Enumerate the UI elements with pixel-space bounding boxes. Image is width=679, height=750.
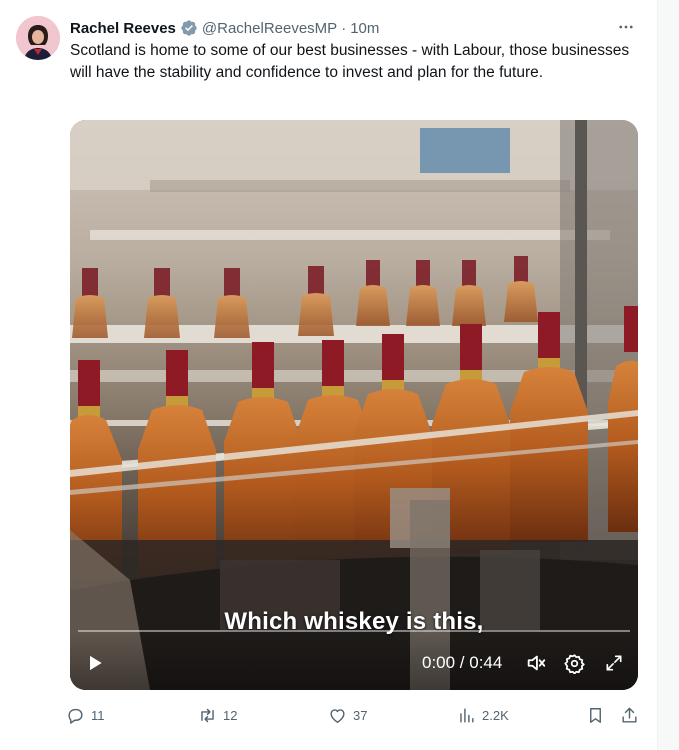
views-button[interactable]: 2.2K — [457, 703, 509, 727]
views-count: 2.2K — [482, 707, 509, 723]
repost-icon — [201, 708, 214, 722]
share-button[interactable] — [620, 703, 645, 727]
video-player[interactable]: Which whiskey is this, 0:00 / 0:44 — [70, 120, 638, 690]
reply-count: 11 — [91, 707, 105, 723]
tweet[interactable]: Rachel Reeves @RachelReevesMP · 10m Scot… — [0, 0, 658, 750]
fullscreen-icon[interactable] — [603, 652, 625, 674]
author-handle[interactable]: @RachelReevesMP — [202, 20, 337, 37]
tweet-header: Rachel Reeves @RachelReevesMP · 10m — [70, 18, 637, 38]
timestamp[interactable]: 10m — [350, 20, 379, 37]
separator: · — [341, 19, 347, 37]
tweet-actions: 11 12 37 2.2K — [66, 703, 646, 727]
author-name[interactable]: Rachel Reeves — [70, 20, 176, 37]
heart-icon — [330, 708, 345, 723]
reply-button[interactable]: 11 — [66, 703, 105, 727]
share-icon — [622, 707, 637, 723]
gear-icon[interactable] — [563, 652, 585, 674]
more-icon[interactable] — [615, 16, 637, 38]
play-icon[interactable] — [84, 652, 106, 674]
verified-badge-icon[interactable] — [180, 19, 198, 37]
video-controls: 0:00 / 0:44 — [70, 632, 638, 690]
tweet-text: Scotland is home to some of our best bus… — [70, 42, 630, 81]
video-frame — [70, 120, 638, 690]
like-button[interactable]: 37 — [328, 703, 367, 727]
like-count: 37 — [353, 707, 368, 723]
bookmark-icon — [590, 707, 601, 723]
reply-icon — [68, 708, 83, 724]
volume-icon[interactable] — [525, 652, 547, 674]
views-icon — [460, 707, 474, 723]
repost-button[interactable]: 12 — [198, 703, 237, 727]
bookmark-button[interactable] — [586, 703, 611, 727]
avatar[interactable] — [16, 16, 60, 60]
repost-count: 12 — [223, 707, 238, 723]
video-timecode: 0:00 / 0:44 — [422, 653, 503, 672]
